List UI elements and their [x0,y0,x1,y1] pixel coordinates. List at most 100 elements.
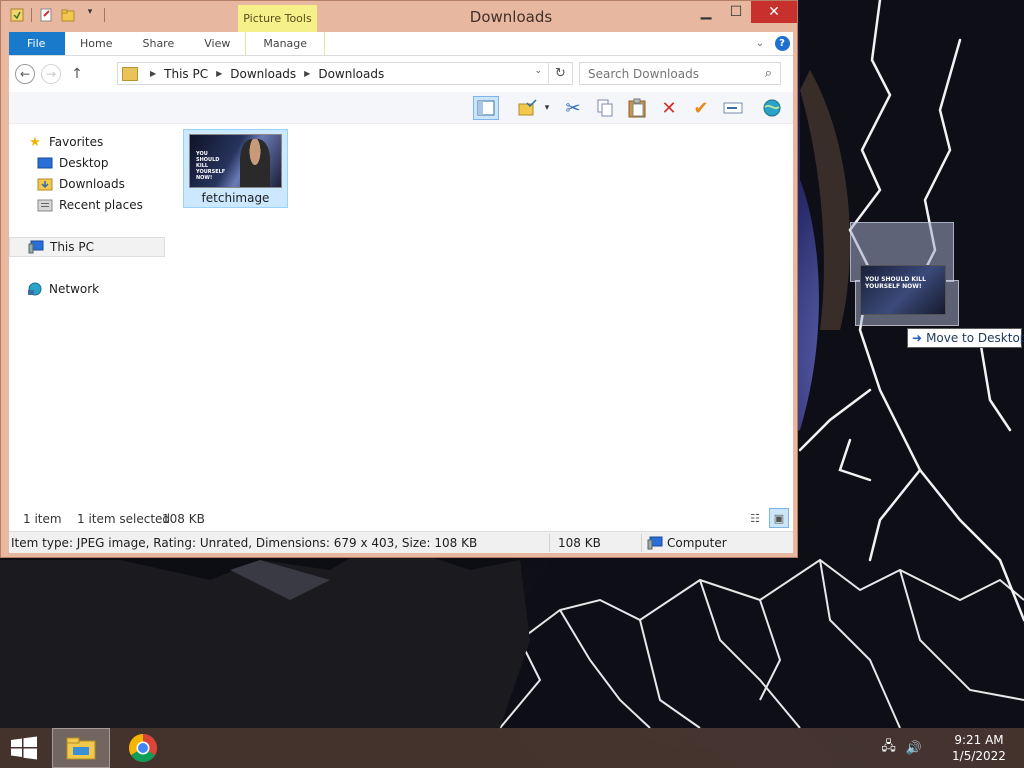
close-button[interactable]: ✕ [751,1,797,23]
taskbar-file-explorer[interactable] [52,728,110,768]
start-button[interactable] [10,736,38,760]
selected-size: 108 KB [162,511,205,526]
item-count: 1 item [23,511,62,526]
new-folder-icon[interactable] [60,7,76,23]
cut-icon[interactable]: ✂ [560,96,586,120]
details-location-label: Computer [667,536,727,550]
downloads-folder-icon [122,66,138,81]
back-button[interactable]: ← [15,64,35,84]
folder-check-icon [518,99,537,116]
breadcrumb-separator-icon[interactable]: ▶ [304,69,310,78]
drag-tooltip: ➜ Move to Desktop [907,328,1024,348]
details-bar: Item type: JPEG image, Rating: Unrated, … [9,531,793,553]
nav-favorites-label: Favorites [49,135,104,149]
window-controls: ▁ ☐ ✕ [691,1,797,23]
drag-tooltip-label: Move to Desktop [926,331,1024,345]
clock[interactable]: 9:21 AM 1/5/2022 [934,732,1024,764]
file-thumbnail: YOU SHOULD KILL YOURSELF NOW! [189,134,282,188]
picture-tools-context-tab: Picture Tools [238,5,317,32]
nav-favorites[interactable]: ★ Favorites [27,132,183,152]
tab-home[interactable]: Home [65,32,127,55]
help-icon: ? [774,36,790,51]
file-name: fetchimage [201,191,270,205]
clock-date: 1/5/2022 [952,749,1006,763]
rename-icon[interactable] [720,96,746,120]
customize-qat-icon[interactable]: ▾ [82,7,98,23]
file-thumb-text: YOU SHOULD KILL YOURSELF NOW! [196,151,226,181]
arrow-right-icon: ➜ [912,331,923,345]
network-icon [27,282,43,296]
refresh-button[interactable]: ↻ [548,63,572,84]
nav-network[interactable]: Network [27,279,183,299]
nav-desktop-label: Desktop [59,156,109,170]
search-input[interactable] [588,66,748,81]
breadcrumb-downloads[interactable]: Downloads [230,67,296,81]
selected-count: 1 item selected [77,511,171,526]
select-dropdown-icon[interactable]: ▾ [539,96,555,120]
properties-icon[interactable] [9,7,25,23]
file-list[interactable]: YOU SHOULD KILL YOURSELF NOW! fetchimage [167,124,793,506]
clock-time: 9:21 AM [954,733,1004,747]
desktop-icon [37,156,53,170]
breadcrumb-separator-icon[interactable]: ▶ [216,69,222,78]
details-location: Computer [647,532,727,554]
nav-network-label: Network [49,282,100,296]
maximize-button[interactable]: ☐ [721,1,751,23]
taskbar-chrome[interactable] [114,728,172,768]
address-history-dropdown-icon[interactable]: ⌄ [534,66,542,76]
globe-icon[interactable] [759,96,785,120]
tab-file[interactable]: File [9,32,65,55]
title-bar[interactable]: ▾ Picture Tools Downloads ▁ ☐ ✕ [1,1,797,32]
nav-this-pc[interactable]: This PC [9,237,165,257]
status-bar: 1 item 1 item selected 108 KB ☷ ▣ [9,506,793,531]
forward-button[interactable]: → [41,64,61,84]
computer-icon [647,536,663,550]
large-icons-view-icon[interactable]: ▣ [769,508,789,528]
delete-icon[interactable]: ✕ [656,96,682,120]
expand-ribbon-icon[interactable]: ⌄ [749,32,771,55]
details-size: 108 KB [558,536,601,550]
minimize-button[interactable]: ▁ [691,1,721,23]
nav-downloads-label: Downloads [59,177,125,191]
chrome-icon [129,734,157,762]
help-button[interactable]: ? [771,32,793,55]
breadcrumb-downloads-current[interactable]: Downloads [318,67,384,81]
tab-view[interactable]: View [189,32,245,55]
computer-icon [28,240,44,254]
tab-manage[interactable]: Manage [245,32,326,55]
downloads-folder-icon [37,177,53,191]
breadcrumb-separator-icon[interactable]: ▶ [150,69,156,78]
tab-share[interactable]: Share [127,32,189,55]
copy-icon[interactable] [592,96,618,120]
address-bar[interactable]: ▶ This PC ▶ Downloads ▶ Downloads ⌄ ↻ [117,62,573,85]
search-box[interactable]: ⌕ [579,62,781,85]
item-details: Item type: JPEG image, Rating: Unrated, … [11,536,478,550]
quick-access-toolbar: ▾ [9,7,105,23]
navigation-bar: ← → ↑ ▶ This PC ▶ Downloads ▶ Downloads … [9,56,793,92]
navigation-pane: ★ Favorites Desktop Downloads Recent pla… [9,124,167,506]
command-toolbar: ▾ ✂ ✕ ✔ [9,92,793,124]
details-view-icon[interactable]: ☷ [745,508,765,528]
windows-logo-icon [11,736,37,760]
ribbon-tab-strip: File Home Share View Manage ⌄ ? [9,32,793,56]
search-icon[interactable]: ⌕ [765,66,772,81]
network-status-icon[interactable]: 🖧 [881,737,896,759]
new-file-icon[interactable] [38,7,54,23]
explorer-window: ▾ Picture Tools Downloads ▁ ☐ ✕ File Hom… [0,0,798,558]
paste-icon[interactable] [624,96,650,120]
recent-places-icon [37,198,53,212]
preview-pane-button[interactable] [473,96,499,120]
taskbar: 🖧 🔊 9:21 AM 1/5/2022 [0,728,1024,768]
window-title: Downloads [469,8,553,26]
drag-ghost-thumbnail: YOU SHOULD KILL YOURSELF NOW! [860,265,946,315]
breadcrumb-this-pc[interactable]: This PC [164,67,208,81]
system-tray: 🖧 🔊 9:21 AM 1/5/2022 [881,728,1024,768]
checkmark-icon[interactable]: ✔ [688,96,714,120]
file-explorer-icon [66,737,96,760]
up-button[interactable]: ↑ [65,62,89,86]
preview-pane-icon [477,100,495,116]
nav-this-pc-label: This PC [50,240,94,254]
select-folder-button[interactable] [515,96,541,120]
file-item[interactable]: YOU SHOULD KILL YOURSELF NOW! fetchimage [183,129,288,208]
volume-icon[interactable]: 🔊 [906,741,922,756]
